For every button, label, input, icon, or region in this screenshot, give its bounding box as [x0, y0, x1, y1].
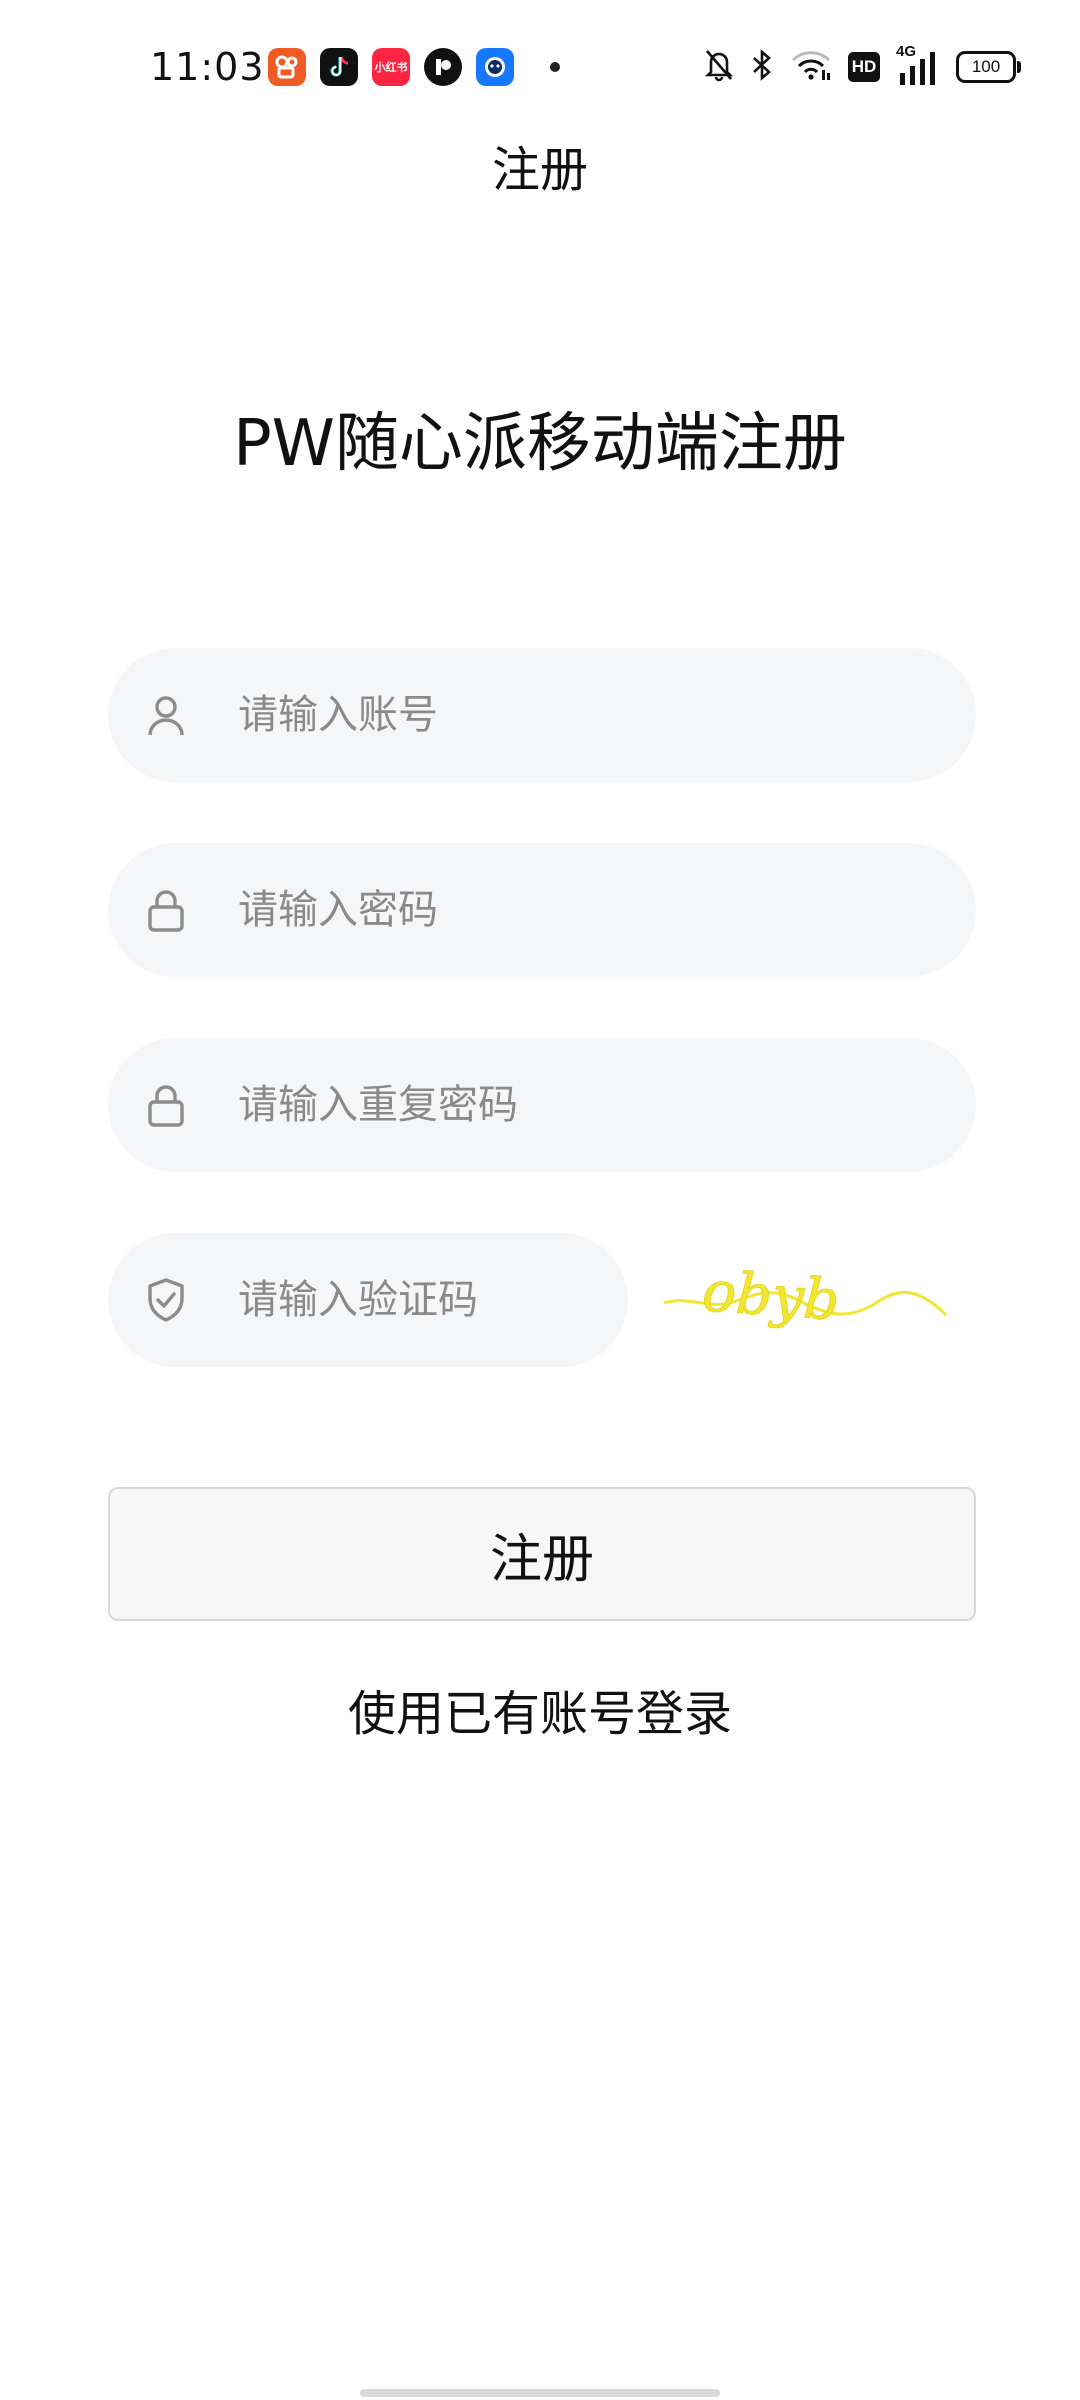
wifi-icon	[790, 48, 832, 86]
lock-icon	[142, 1081, 190, 1129]
register-button[interactable]: 注册	[108, 1487, 976, 1621]
battery-indicator: 100	[956, 51, 1021, 83]
status-time: 11:03	[150, 45, 265, 89]
user-icon	[142, 691, 190, 739]
hd-badge: HD	[848, 52, 880, 82]
xiaohongshu-icon: 小红书	[372, 48, 410, 86]
status-right: HD 4G 100	[704, 43, 1021, 87]
password-field[interactable]	[108, 843, 976, 977]
home-indicator[interactable]	[360, 2389, 720, 2397]
repeat-password-input[interactable]	[238, 1038, 938, 1172]
lock-icon	[142, 886, 190, 934]
mute-bell-icon	[704, 48, 734, 86]
shield-check-icon	[142, 1276, 190, 1324]
douyin-icon	[320, 48, 358, 86]
signal-4g-icon: 4G	[896, 43, 940, 87]
captcha-field[interactable]	[108, 1233, 628, 1367]
captcha-text: obyb	[700, 1259, 841, 1333]
kuaishou-icon	[268, 48, 306, 86]
app-p-icon	[424, 48, 462, 86]
more-notifications-dot	[550, 62, 560, 72]
captcha-image[interactable]: obyb	[660, 1245, 950, 1355]
notification-app-icons: 小红书	[268, 48, 560, 86]
nav-title: 注册	[491, 142, 588, 198]
account-input[interactable]	[238, 648, 938, 782]
account-field[interactable]	[108, 648, 976, 782]
status-bar: 11:03 小红书 HD 4G 100	[0, 0, 1080, 135]
page-heading: PW随心派移动端注册	[233, 407, 847, 481]
login-existing-account-link[interactable]: 使用已有账号登录	[0, 1682, 1080, 1746]
blue-robot-app-icon	[476, 48, 514, 86]
password-input[interactable]	[238, 843, 938, 977]
bluetooth-icon	[750, 48, 774, 86]
repeat-password-field[interactable]	[108, 1038, 976, 1172]
captcha-input[interactable]	[238, 1233, 608, 1367]
